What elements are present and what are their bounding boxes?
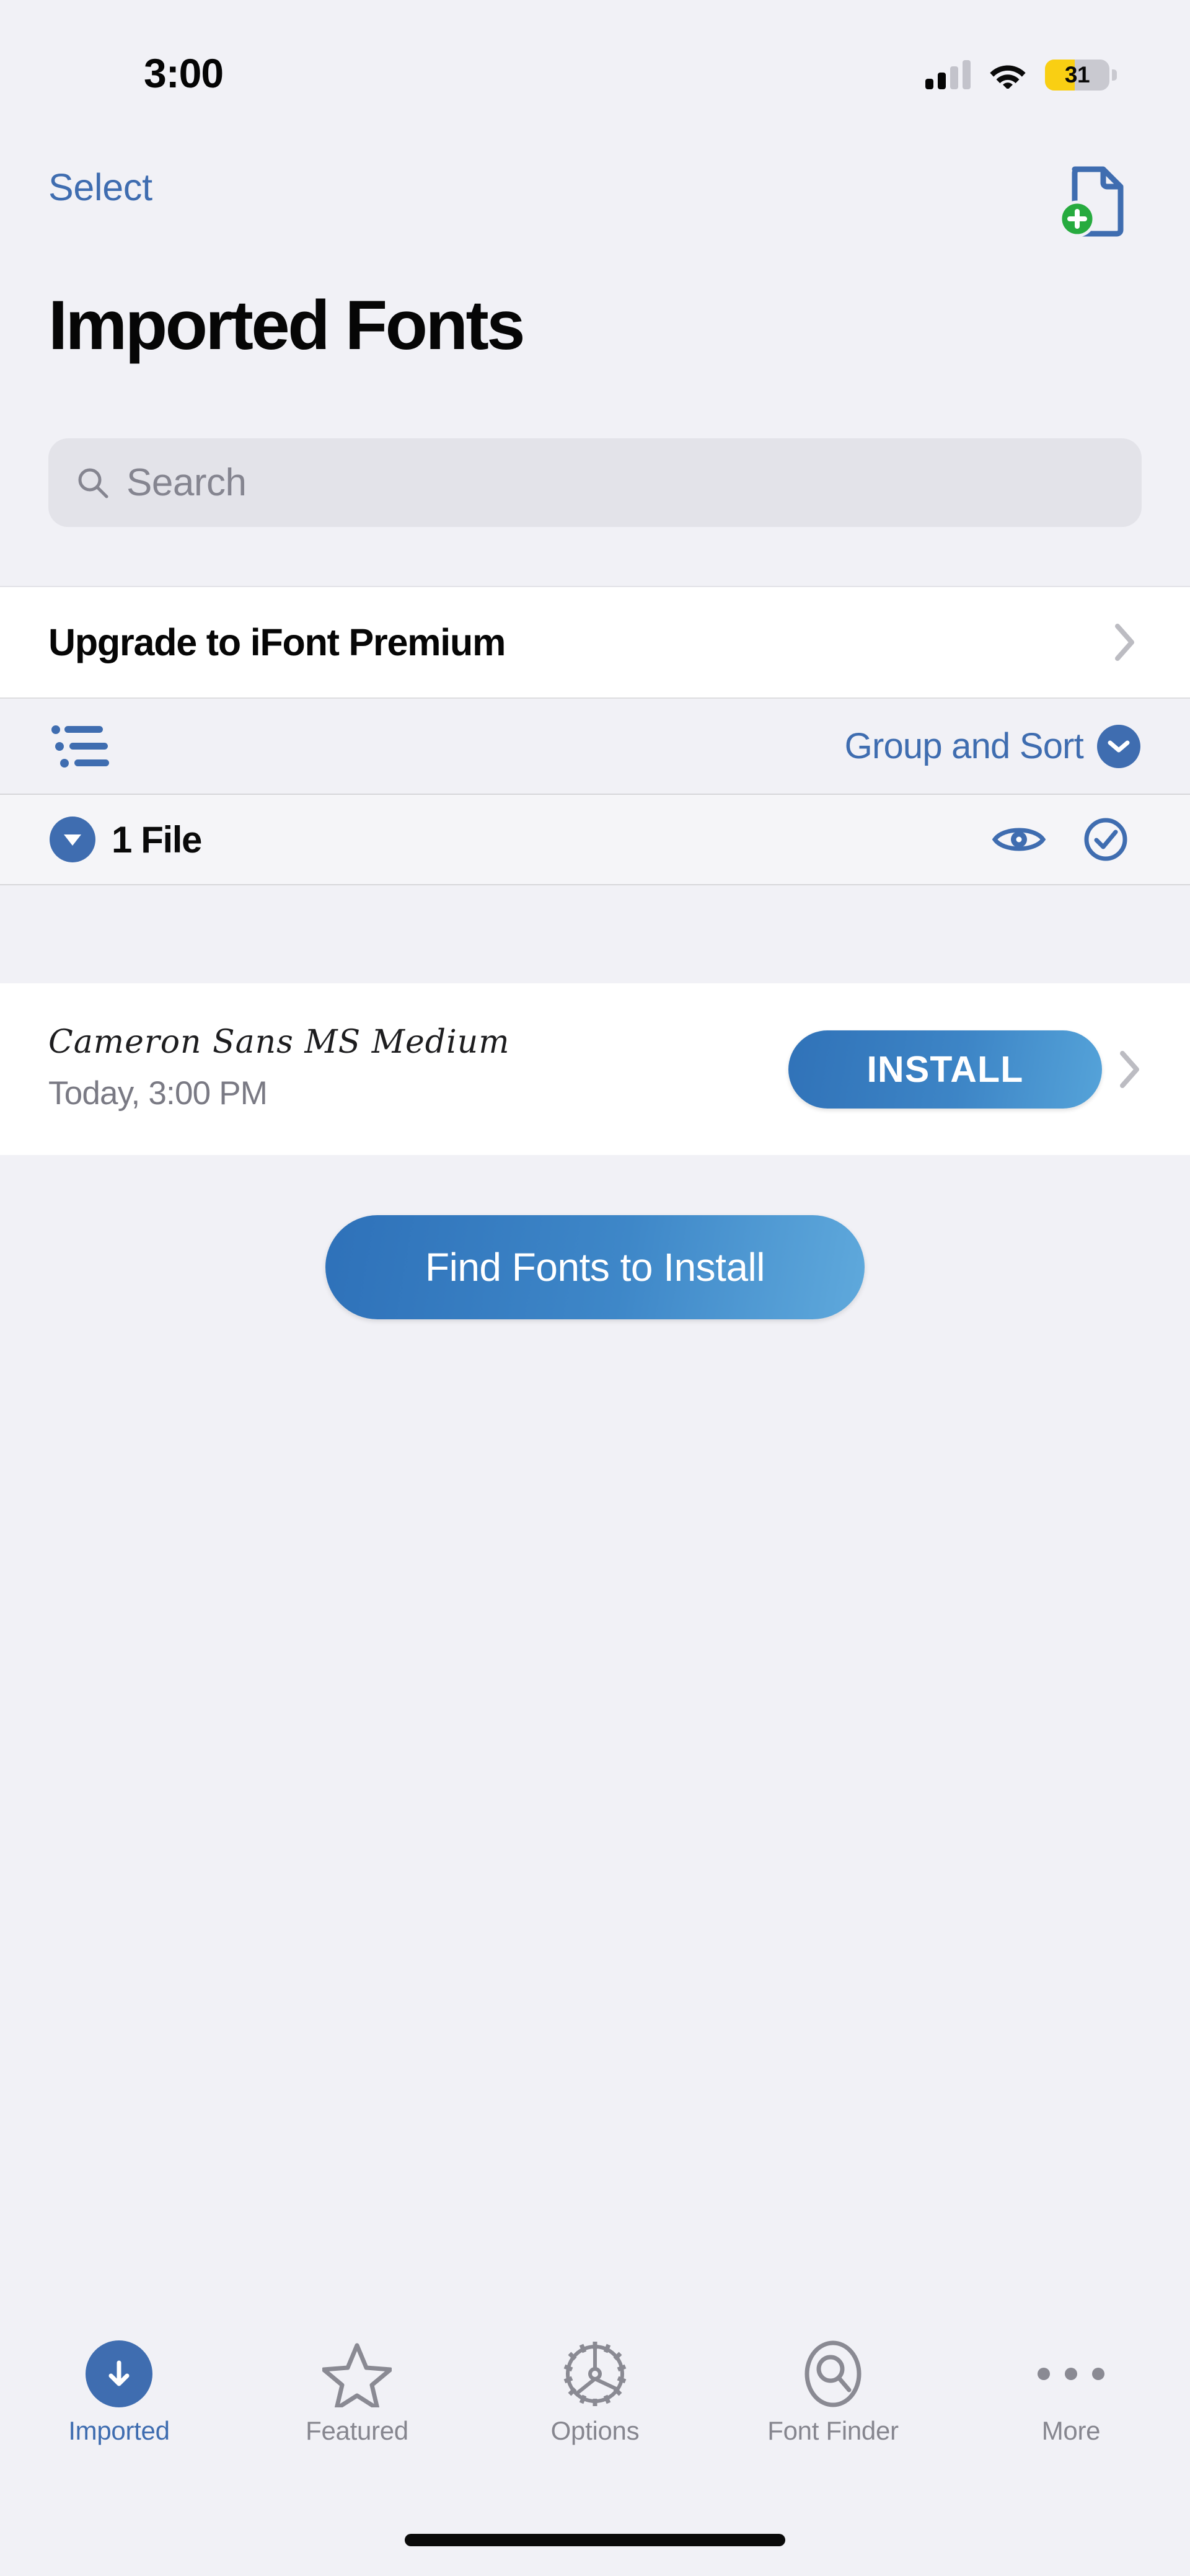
wifi-icon [990, 65, 1026, 89]
battery-percent: 31 [1064, 62, 1090, 87]
checkmark-circle-icon[interactable] [1083, 817, 1128, 862]
status-bar-indicators: 31 [925, 60, 1117, 91]
page-title: Imported Fonts [48, 286, 526, 364]
app-screen: 3:00 31 Select Imported Fonts Search Upg… [0, 0, 1190, 2576]
tab-options[interactable]: Options [476, 2322, 714, 2446]
star-icon [322, 2338, 392, 2410]
tab-font-finder[interactable]: Font Finder [714, 2322, 952, 2446]
search-placeholder: Search [126, 461, 247, 504]
status-bar: 3:00 31 [0, 0, 1190, 139]
tab-bar: Imported Featured Options Font Finder Mo… [0, 2322, 1190, 2502]
ellipsis-icon [1038, 2338, 1104, 2410]
upgrade-premium-label: Upgrade to iFont Premium [48, 621, 506, 663]
tab-imported[interactable]: Imported [0, 2322, 238, 2446]
add-document-icon[interactable] [1056, 159, 1137, 240]
find-fonts-button[interactable]: Find Fonts to Install [325, 1215, 865, 1319]
triangle-down-icon[interactable] [50, 817, 95, 862]
eye-icon[interactable] [992, 820, 1046, 859]
install-button-label: INSTALL [866, 1048, 1024, 1090]
search-circle-icon [800, 2338, 866, 2410]
install-button[interactable]: INSTALL [788, 1030, 1102, 1109]
navigation-bar: Select [0, 158, 1190, 248]
chevron-right-icon [1115, 624, 1134, 661]
font-row-text: Cameron Sans MS Medium Today, 3:00 PM [48, 1026, 510, 1112]
tab-label: Imported [68, 2416, 170, 2445]
font-date: Today, 3:00 PM [48, 1075, 268, 1112]
search-field[interactable]: Search [48, 438, 1142, 527]
status-bar-time: 3:00 [144, 50, 224, 96]
home-indicator[interactable] [405, 2534, 785, 2546]
tab-label: Font Finder [767, 2416, 899, 2445]
group-file-count: 1 File [112, 818, 202, 861]
tab-label: Featured [306, 2416, 408, 2445]
group-header-row[interactable]: 1 File [0, 794, 1190, 885]
group-and-sort-button[interactable]: Group and Sort [844, 724, 1140, 768]
find-fonts-label: Find Fonts to Install [425, 1245, 765, 1290]
chevron-right-icon [1120, 1050, 1139, 1088]
chevron-down-circle-icon [1097, 724, 1140, 768]
tab-more[interactable]: More [952, 2322, 1190, 2446]
group-and-sort-label: Group and Sort [844, 726, 1084, 766]
search-icon [78, 468, 108, 498]
download-circle-icon [86, 2338, 152, 2410]
list-bullet-icon[interactable] [51, 724, 110, 769]
upgrade-premium-row[interactable]: Upgrade to iFont Premium [0, 586, 1190, 697]
font-name: Cameron Sans MS Medium [48, 1024, 510, 1061]
font-row-actions: INSTALL [788, 1030, 1140, 1109]
cellular-signal-icon [925, 60, 971, 89]
list-toolbar: Group and Sort [0, 697, 1190, 794]
battery-icon: 31 [1045, 60, 1117, 91]
tab-label: Options [550, 2416, 640, 2445]
table-row[interactable]: Cameron Sans MS Medium Today, 3:00 PM IN… [0, 983, 1190, 1155]
tab-featured[interactable]: Featured [238, 2322, 476, 2446]
tab-label: More [1041, 2416, 1101, 2445]
gear-icon [560, 2338, 630, 2410]
group-header-actions [992, 817, 1128, 862]
select-button[interactable]: Select [48, 166, 152, 209]
